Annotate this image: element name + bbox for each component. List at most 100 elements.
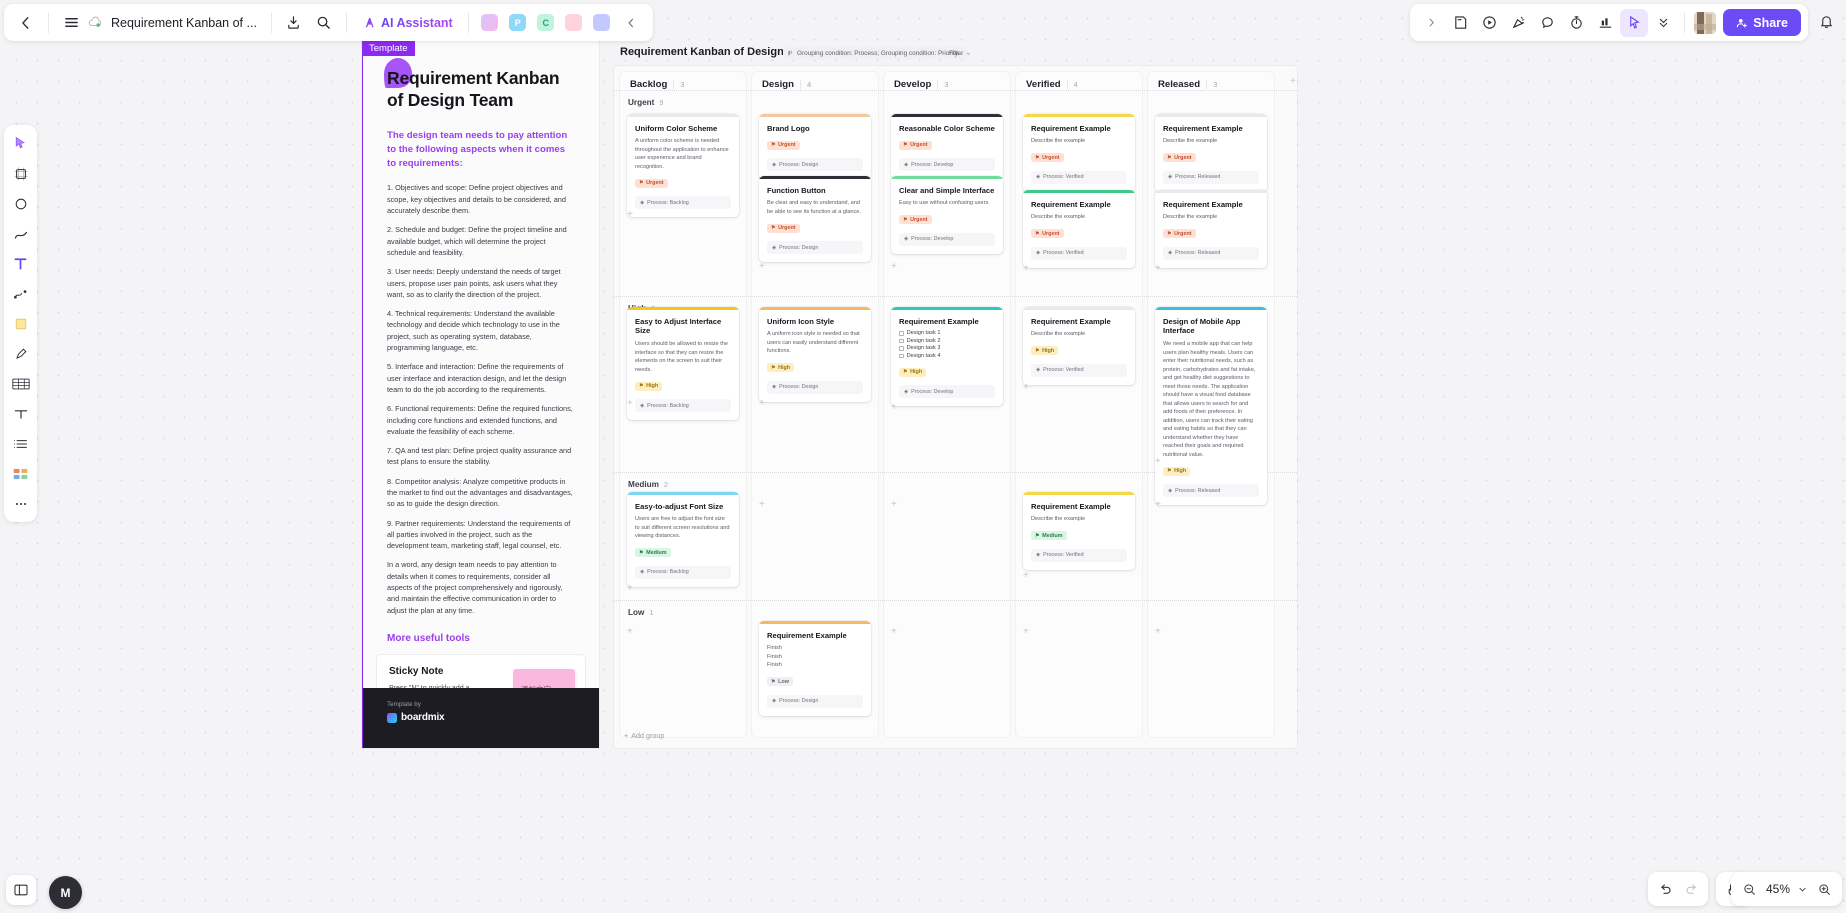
group-label-urgent[interactable]: Urgent 9 — [628, 98, 663, 107]
highlighter-tool[interactable] — [7, 340, 34, 367]
checkbox-icon[interactable] — [899, 331, 904, 336]
add-card-button[interactable]: + — [1023, 571, 1029, 581]
reaction-button[interactable] — [1504, 9, 1532, 37]
toggle-left-panel-button[interactable] — [6, 875, 36, 905]
zoom-level-value[interactable]: 45% — [1764, 882, 1792, 896]
kanban-card[interactable]: Clear and Simple Interface Easy to use wi… — [891, 176, 1003, 254]
add-card-button[interactable]: + — [891, 262, 897, 272]
add-card-button[interactable]: + — [1023, 627, 1029, 637]
add-card-button[interactable]: + — [627, 210, 633, 220]
select-pointer-tool[interactable] — [7, 130, 34, 157]
grouping-condition-chip[interactable]: Grouping condition: Process; Grouping co… — [783, 47, 968, 59]
more-tools-rail-button[interactable] — [7, 490, 34, 517]
add-card-button[interactable]: + — [759, 500, 765, 510]
kanban-card[interactable]: Requirement Example Describe the example ⚑… — [1023, 114, 1135, 192]
more-tools-button[interactable] — [1649, 9, 1677, 37]
card-process-field[interactable]: ◈ Process: Design — [767, 380, 863, 394]
app-comment-button[interactable] — [589, 10, 615, 36]
checkbox-icon[interactable] — [899, 346, 904, 351]
list-tool[interactable] — [7, 430, 34, 457]
add-card-button[interactable]: + — [1155, 457, 1161, 467]
shape-tool[interactable] — [7, 190, 34, 217]
card-process-field[interactable]: ◈ Process: Develop — [899, 158, 995, 172]
card-process-field[interactable]: ◈ Process: Design — [767, 158, 863, 172]
app-mindmap-button[interactable]: C — [533, 10, 559, 36]
group-label-low[interactable]: Low 1 — [628, 608, 653, 617]
connector-tool[interactable] — [7, 280, 34, 307]
card-process-field[interactable]: ◈ Process: Backlog — [635, 399, 731, 413]
checkbox-icon[interactable] — [899, 353, 904, 359]
avatar[interactable] — [1694, 11, 1717, 34]
filter-chip[interactable]: Filter — [944, 47, 976, 59]
card-process-field[interactable]: ◈ Process: Backlog — [635, 196, 731, 210]
add-group-button[interactable]: + Add group — [624, 731, 664, 740]
card-process-field[interactable]: ◈ Process: Develop — [899, 232, 995, 246]
search-button[interactable] — [310, 9, 338, 37]
undo-button[interactable] — [1653, 877, 1677, 901]
template-artboard[interactable]: Requirement Kanban of Design Team The des… — [362, 40, 599, 748]
kanban-card[interactable]: Requirement Example Describe the example ⚑… — [1155, 190, 1267, 268]
comment-button[interactable] — [1533, 9, 1561, 37]
user-avatar-bubble[interactable]: M — [49, 876, 82, 909]
vote-chart-button[interactable] — [1591, 9, 1619, 37]
expand-toolbar-button[interactable] — [1417, 9, 1445, 37]
timer-button[interactable] — [1562, 9, 1590, 37]
kanban-card[interactable]: Uniform Color Scheme A uniform color sche… — [627, 114, 739, 218]
kanban-card[interactable]: Function Button Be clear and easy to unde… — [759, 176, 871, 263]
add-card-button[interactable]: + — [759, 262, 765, 272]
back-button[interactable] — [12, 9, 40, 37]
zoom-in-button[interactable] — [1812, 877, 1836, 901]
template-grid-tool[interactable] — [7, 460, 34, 487]
checklist-item[interactable]: Design task 1 — [899, 330, 995, 336]
kanban-card[interactable]: Requirement Example Describe the example ⚑… — [1023, 492, 1135, 570]
zoom-out-button[interactable] — [1737, 877, 1761, 901]
checklist-item[interactable]: Design task 4 — [899, 353, 995, 359]
ai-assistant-button[interactable]: AI Assistant — [355, 9, 460, 37]
kanban-card[interactable]: Easy-to-adjust Font Size Users are free t… — [627, 492, 739, 587]
collapse-toolbar-button[interactable] — [617, 9, 645, 37]
card-process-field[interactable]: ◈ Process: Released — [1163, 484, 1259, 498]
cursor-select-button[interactable] — [1620, 8, 1649, 37]
sticky-note-tool-button[interactable] — [1446, 9, 1474, 37]
text-tool[interactable] — [7, 250, 34, 277]
card-process-field[interactable]: ◈ Process: Released — [1163, 170, 1259, 184]
group-label-medium[interactable]: Medium 2 — [628, 480, 668, 489]
download-button[interactable] — [280, 9, 308, 37]
app-image-button[interactable] — [477, 10, 503, 36]
add-card-button[interactable]: + — [1155, 500, 1161, 510]
presentation-play-button[interactable] — [1475, 9, 1503, 37]
card-process-field[interactable]: ◈ Process: Verified — [1031, 246, 1127, 260]
menu-button[interactable] — [57, 9, 85, 37]
kanban-card[interactable]: Design of Mobile App Interface We need a … — [1155, 307, 1267, 506]
redo-button[interactable] — [1679, 877, 1703, 901]
add-card-button[interactable]: + — [627, 399, 633, 409]
kanban-card[interactable]: Reasonable Color Scheme ⚑ Urgent ◈ Process: … — [891, 114, 1003, 180]
add-card-button[interactable]: + — [1023, 264, 1029, 274]
add-card-button[interactable]: + — [891, 500, 897, 510]
kanban-scroll-area[interactable]: Backlog 3 Design 4 Develop 3 Verified 4 Released… — [614, 66, 1297, 748]
app-flowchart-button[interactable] — [561, 10, 587, 36]
frame-tool[interactable] — [7, 160, 34, 187]
sticky-note-tool[interactable] — [7, 310, 34, 337]
notifications-button[interactable] — [1819, 14, 1834, 29]
add-card-button[interactable]: + — [1155, 627, 1161, 637]
checklist-item[interactable]: Design task 2 — [899, 338, 995, 344]
kanban-card[interactable]: Easy to Adjust Interface Size Users shoul… — [627, 307, 739, 421]
card-process-field[interactable]: ◈ Process: Design — [767, 694, 863, 708]
add-card-button[interactable]: + — [891, 403, 897, 413]
card-process-field[interactable]: ◈ Process: Develop — [899, 385, 995, 399]
add-card-button[interactable]: + — [1023, 383, 1029, 393]
card-process-field[interactable]: ◈ Process: Design — [767, 241, 863, 255]
zoom-dropdown-button[interactable] — [1795, 877, 1809, 901]
card-process-field[interactable]: ◈ Process: Backlog — [635, 565, 731, 579]
kanban-card[interactable]: Requirement Example Describe the example ⚑… — [1023, 307, 1135, 385]
table-tool[interactable] — [7, 370, 34, 397]
kanban-board[interactable]: Backlog 3 Design 4 Develop 3 Verified 4 Released… — [614, 66, 1297, 748]
add-card-button[interactable]: + — [759, 399, 765, 409]
card-process-field[interactable]: ◈ Process: Verified — [1031, 363, 1127, 377]
checklist-item[interactable]: Design task 3 — [899, 345, 995, 351]
kanban-card[interactable]: Requirement Example Describe the example ⚑… — [1023, 190, 1135, 268]
add-card-button[interactable]: + — [1155, 264, 1161, 274]
checkbox-icon[interactable] — [899, 338, 904, 344]
card-process-field[interactable]: ◈ Process: Released — [1163, 246, 1259, 260]
